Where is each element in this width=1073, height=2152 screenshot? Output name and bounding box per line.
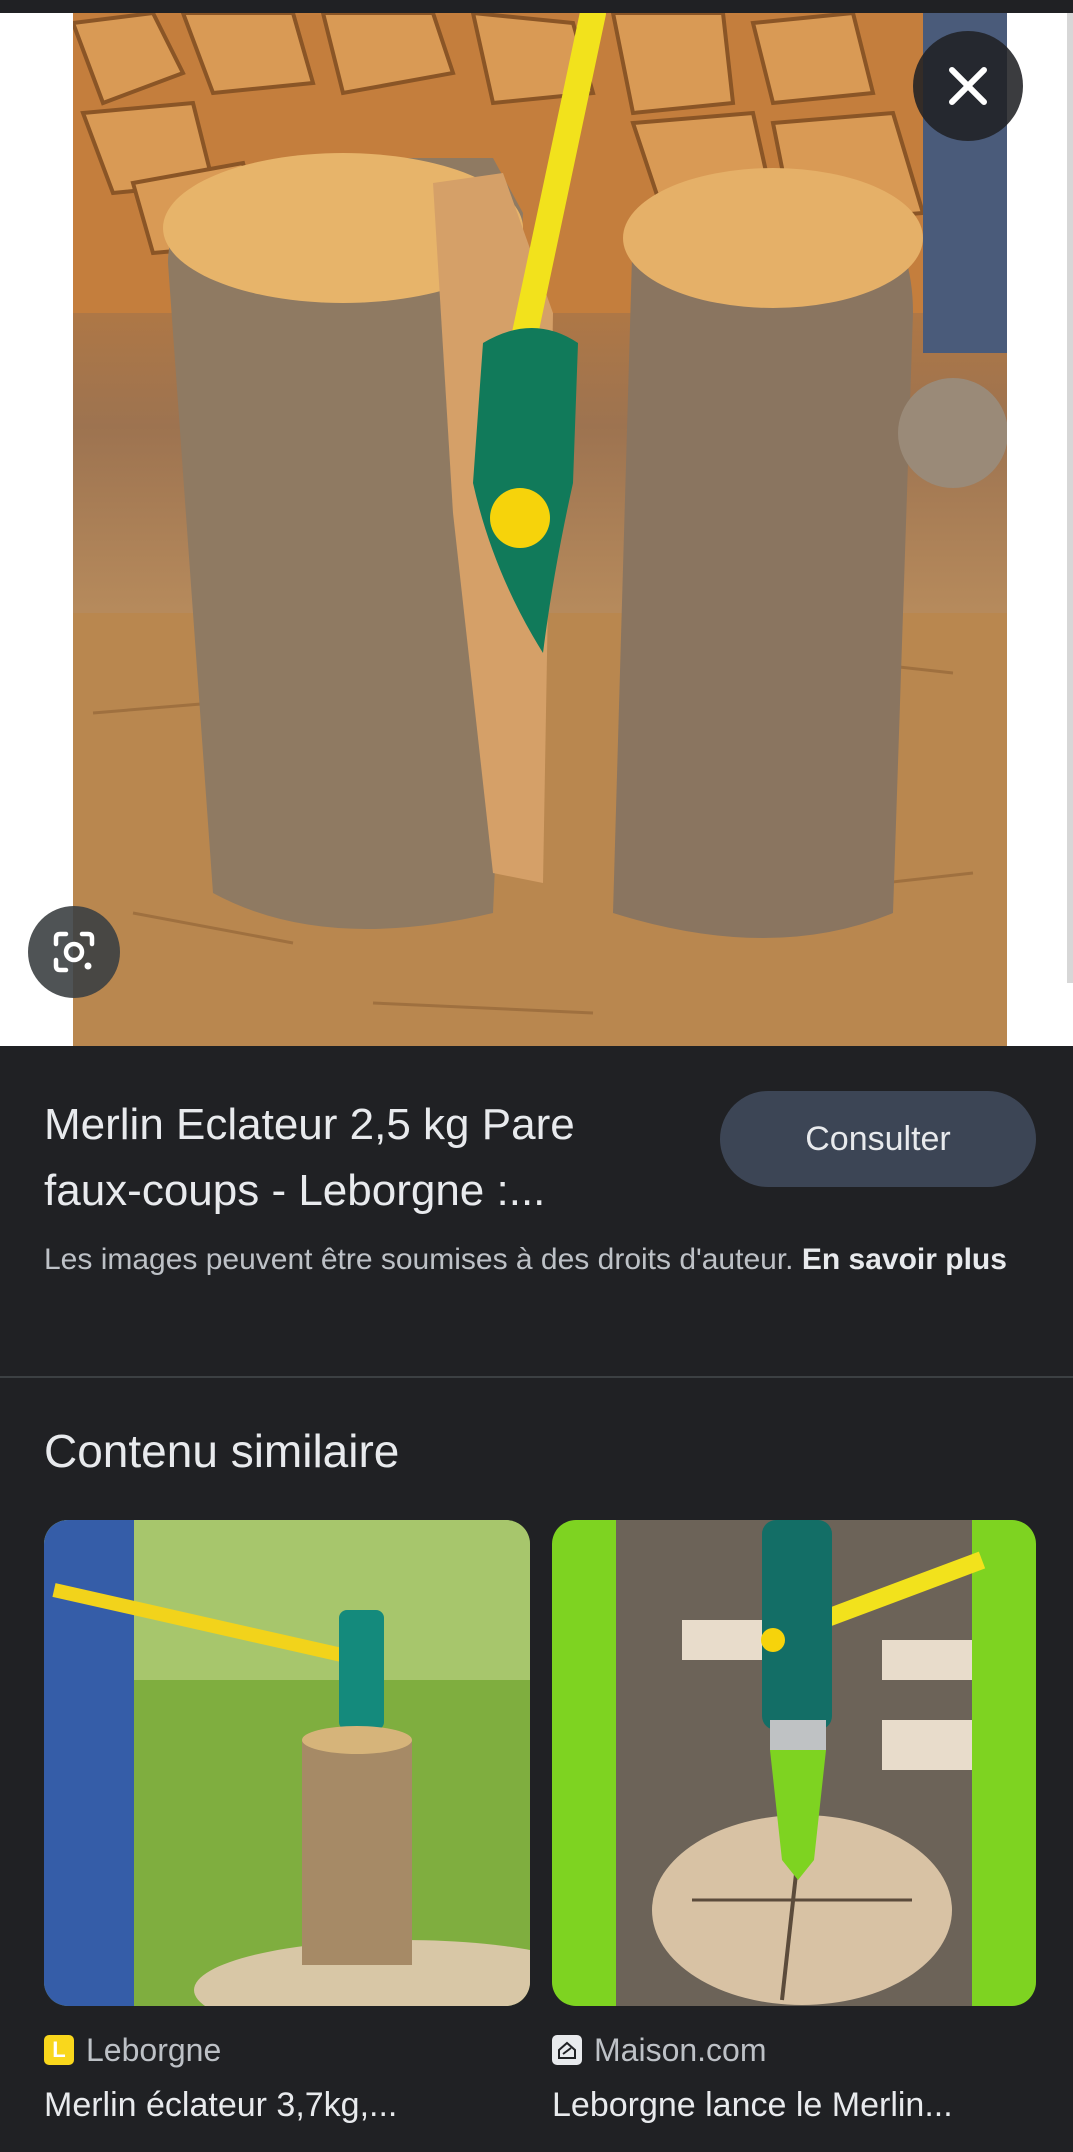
- learn-more-link[interactable]: En savoir plus: [802, 1243, 1007, 1276]
- google-lens-icon: [53, 931, 95, 973]
- leborgne-favicon: L: [44, 2035, 74, 2065]
- image-preview[interactable]: [0, 13, 1073, 1046]
- visit-button[interactable]: Consulter: [720, 1091, 1036, 1187]
- main-image-illustration: [73, 13, 1007, 1046]
- maison-favicon: [552, 2035, 582, 2065]
- source-name: Maison.com: [594, 2031, 767, 2068]
- status-bar: [0, 0, 1073, 13]
- similar-item[interactable]: Maison.com Leborgne lance le Merlin...: [552, 1520, 1036, 2125]
- main-image-log-splitting[interactable]: [73, 13, 1007, 1046]
- similar-item[interactable]: L Leborgne Merlin éclateur 3,7kg,...: [44, 1520, 530, 2125]
- similar-thumbnail[interactable]: [552, 1520, 1036, 2006]
- copyright-text: Les images peuvent être soumises à des d…: [44, 1243, 794, 1276]
- close-button[interactable]: [913, 31, 1023, 141]
- similar-source: L Leborgne: [44, 2028, 530, 2072]
- similar-item-title[interactable]: Leborgne lance le Merlin...: [552, 2086, 1036, 2125]
- house-icon: [558, 2041, 576, 2059]
- close-icon: [949, 67, 987, 105]
- thumbnail-image-maison: [552, 1520, 1036, 2006]
- result-info-panel: Merlin Eclateur 2,5 kg Pare faux-coups -…: [0, 1046, 1073, 1376]
- divider: [0, 1376, 1073, 1378]
- result-title[interactable]: Merlin Eclateur 2,5 kg Pare faux-coups -…: [44, 1092, 684, 1224]
- similar-source: Maison.com: [552, 2028, 1036, 2072]
- similar-item-title[interactable]: Merlin éclateur 3,7kg,...: [44, 2086, 530, 2125]
- similar-thumbnail[interactable]: [44, 1520, 530, 2006]
- google-lens-button[interactable]: [28, 906, 120, 998]
- copyright-notice: Les images peuvent être soumises à des d…: [44, 1238, 1034, 1282]
- source-name: Leborgne: [86, 2031, 222, 2068]
- scrollbar[interactable]: [1067, 13, 1073, 983]
- thumbnail-image-leborgne: [44, 1520, 530, 2006]
- similar-content-heading: Contenu similaire: [44, 1425, 400, 1477]
